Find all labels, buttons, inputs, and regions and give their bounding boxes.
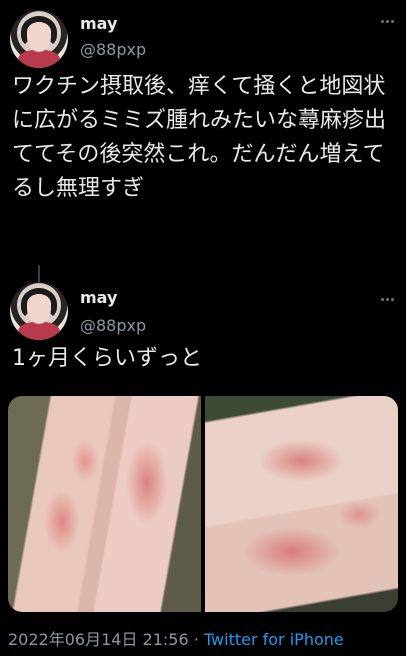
timestamp[interactable]: 2022年06月14日 21:56 — [8, 630, 189, 649]
tweet-text: ワクチン摂取後、痒くて掻くと地図状に広がるミミズ腫れみたいな蕁麻疹出ててその後突… — [12, 74, 387, 201]
more-options-icon[interactable] — [380, 14, 394, 28]
author-name[interactable]: may — [80, 288, 117, 307]
tweet: may @88pxp ワクチン摂取後、痒くて掻くと地図状に広がるミミズ腫れみたい… — [0, 0, 406, 270]
more-options-icon[interactable] — [380, 292, 394, 306]
author-handle[interactable]: @88pxp — [80, 40, 146, 59]
author-handle[interactable]: @88pxp — [80, 316, 146, 335]
media-photo[interactable] — [8, 396, 201, 612]
media-grid — [8, 396, 398, 612]
avatar[interactable] — [10, 10, 68, 68]
tweet: may @88pxp 1ヶ月くらいずっと 2022年06月14日 21:56 ·… — [0, 282, 406, 656]
source-link[interactable]: Twitter for iPhone — [204, 630, 344, 649]
tweet-text: 1ヶ月くらいずっと — [12, 346, 202, 371]
author-name[interactable]: may — [80, 14, 117, 33]
avatar[interactable] — [10, 282, 68, 340]
media-photo[interactable] — [205, 396, 398, 612]
tweet-meta: 2022年06月14日 21:56 · Twitter for iPhone — [8, 626, 344, 650]
meta-separator: · — [193, 630, 199, 649]
